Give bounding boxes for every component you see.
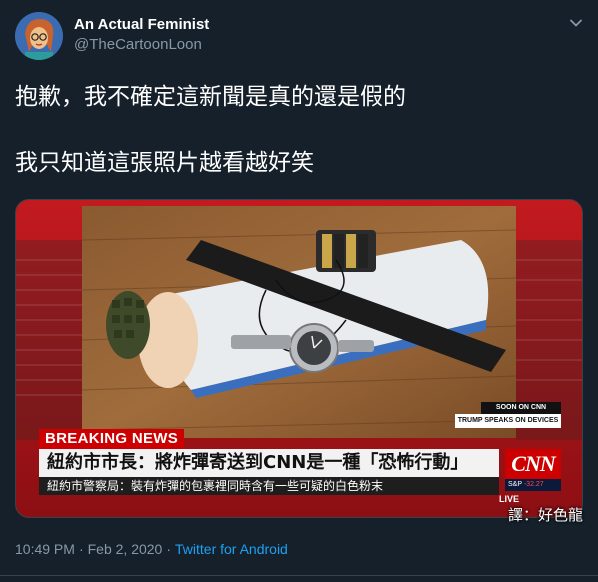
- tweet-metadata: 10:49 PM · Feb 2, 2020 · Twitter for Android: [15, 541, 288, 557]
- soon-on-subtitle: TRUMP SPEAKS ON DEVICES: [455, 414, 561, 428]
- tweet-text-line-1: 抱歉，我不確定這新聞是真的還是假的: [15, 84, 406, 110]
- divider: [0, 575, 598, 576]
- stock-ticker: S&P -32.27: [505, 479, 561, 491]
- tweet-text-line-2: 我只知道這張照片越看越好笑: [15, 150, 314, 176]
- breaking-news-label: BREAKING NEWS: [39, 429, 185, 449]
- channel-bug: LIVE: [499, 494, 520, 504]
- news-subheadline: 紐約市警察局：裝有炸彈的包裹裡同時含有一些可疑的白色粉末: [39, 477, 499, 495]
- cartoon-avatar-icon: [15, 12, 63, 60]
- translator-credit: 譯：好色龍: [507, 506, 583, 524]
- ticker-symbol: S&P: [508, 481, 522, 488]
- cnn-logo: CNN: [505, 449, 561, 479]
- chevron-down-icon[interactable]: [567, 14, 585, 32]
- meta-separator: ·: [78, 541, 84, 557]
- meta-separator: ·: [166, 541, 172, 557]
- author-handle[interactable]: @TheCartoonLoon: [74, 36, 202, 53]
- tweet-time[interactable]: 10:49 PM: [15, 541, 75, 557]
- avatar[interactable]: [15, 12, 63, 60]
- news-headline: 紐約市市長：將炸彈寄送到CNN是一種「恐怖行動」: [39, 449, 499, 477]
- tweet-source-link[interactable]: Twitter for Android: [175, 541, 288, 557]
- soon-on-label: SOON ON CNN: [481, 402, 561, 414]
- author-display-name[interactable]: An Actual Feminist: [74, 16, 209, 33]
- ticker-value: -32.27: [523, 481, 544, 488]
- tweet-date[interactable]: Feb 2, 2020: [88, 541, 163, 557]
